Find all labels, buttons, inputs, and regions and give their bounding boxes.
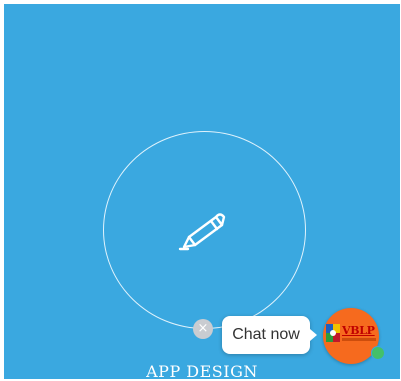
pencil-icon xyxy=(178,213,226,251)
avatar-tagline xyxy=(342,338,376,341)
avatar-brand-text: VBLP xyxy=(342,324,375,337)
close-chat-button[interactable]: × xyxy=(193,319,213,339)
logo-icon xyxy=(326,324,340,342)
chat-now-button[interactable]: Chat now xyxy=(222,316,317,354)
online-status-dot xyxy=(371,346,385,360)
section-title: APP DESIGN xyxy=(146,362,258,379)
